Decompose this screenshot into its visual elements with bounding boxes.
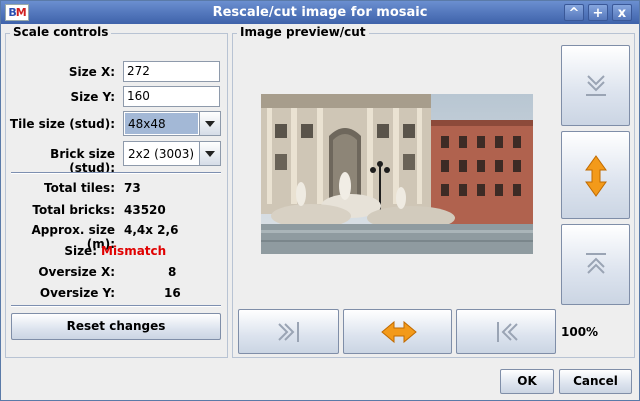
- total-tiles-value: 73: [124, 181, 141, 195]
- preview-image[interactable]: [261, 94, 533, 254]
- oversize-x-label: Oversize X:: [38, 265, 115, 279]
- close-button[interactable]: x: [612, 4, 632, 21]
- close-icon: x: [617, 6, 627, 21]
- title-bar[interactable]: BM Rescale/cut image for mosaic ^ + x: [1, 1, 639, 24]
- approx-size-value: 4,4x 2,6: [124, 223, 179, 237]
- dialog-window: BM Rescale/cut image for mosaic ^ + x Sc…: [0, 0, 640, 401]
- align-right-icon: [278, 322, 299, 342]
- horizontal-arrows-icon: [381, 320, 417, 344]
- oversize-y-label: Oversize Y:: [39, 286, 115, 300]
- vertical-arrows-icon: [585, 155, 607, 197]
- maximize-button[interactable]: +: [588, 4, 608, 21]
- chevron-down-icon[interactable]: [199, 142, 220, 165]
- oversize-x-value: 8: [168, 265, 177, 279]
- horizontal-resize-button[interactable]: [343, 309, 452, 354]
- size-y-label: Size Y:: [70, 90, 115, 104]
- separator: [11, 305, 221, 307]
- align-left-icon: [497, 322, 518, 342]
- scale-controls-title: Scale controls: [10, 25, 112, 39]
- plus-icon: +: [592, 6, 604, 21]
- minimize-button[interactable]: ^: [564, 4, 584, 21]
- oversize-y-value: 16: [164, 286, 181, 300]
- window-title: Rescale/cut image for mosaic: [212, 5, 428, 20]
- tile-size-value: 48x48: [125, 113, 198, 134]
- cancel-button[interactable]: Cancel: [559, 369, 632, 394]
- move-top-button[interactable]: [561, 224, 630, 305]
- align-top-icon: [586, 253, 606, 274]
- size-x-label: Size X:: [68, 65, 115, 79]
- total-tiles-label: Total tiles:: [43, 181, 115, 195]
- chevron-down-icon[interactable]: [199, 112, 220, 135]
- align-bottom-icon: [586, 75, 606, 96]
- image-preview-title: Image preview/cut: [237, 25, 369, 39]
- total-bricks-value: 43520: [124, 203, 166, 217]
- brick-size-label: Brick size (stud):: [50, 147, 115, 175]
- chevron-up-icon: ^: [568, 6, 580, 21]
- size-x-input[interactable]: 272: [123, 61, 220, 82]
- tile-size-select[interactable]: 48x48: [123, 111, 221, 136]
- move-right-button[interactable]: [238, 309, 339, 354]
- brick-size-value: 2x2 (3003): [128, 147, 195, 161]
- size-status-label: Size:: [64, 244, 97, 258]
- reset-changes-button[interactable]: Reset changes: [11, 313, 221, 340]
- move-bottom-button[interactable]: [561, 45, 630, 126]
- zoom-percent: 100%: [561, 325, 599, 339]
- separator: [11, 172, 221, 174]
- move-left-button[interactable]: [456, 309, 556, 354]
- vertical-resize-button[interactable]: [561, 131, 630, 219]
- size-status-value: Mismatch: [101, 244, 167, 258]
- ok-button[interactable]: OK: [500, 369, 554, 394]
- total-bricks-label: Total bricks:: [32, 203, 115, 217]
- tile-size-label: Tile size (stud):: [9, 117, 115, 131]
- trevi-fountain-image: [261, 94, 533, 254]
- size-y-input[interactable]: 160: [123, 86, 220, 107]
- brick-size-select[interactable]: 2x2 (3003): [123, 141, 221, 166]
